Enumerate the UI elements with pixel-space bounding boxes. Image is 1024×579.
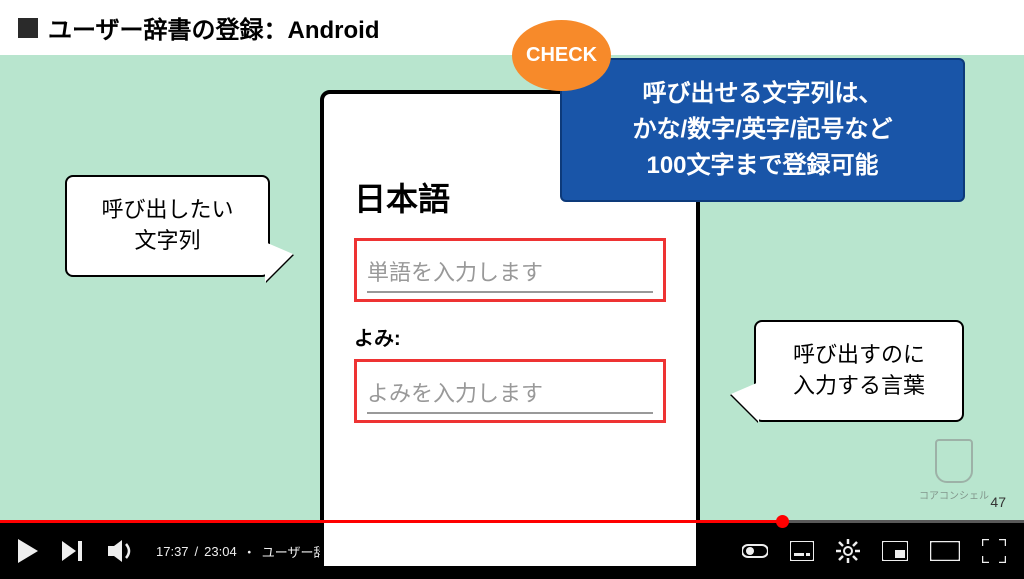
callout-left: 呼び出したい 文字列 [65,175,270,277]
word-input-placeholder: 単語を入力します [367,255,653,293]
play-icon[interactable] [18,539,40,563]
theater-mode-icon[interactable] [930,541,960,561]
reading-input-placeholder: よみを入力します [367,376,653,414]
info-line-1: 呼び出せる文字列は、 [574,76,951,112]
miniplayer-icon[interactable] [882,541,908,561]
slide-title: ユーザー辞書の登録：Android [48,10,380,45]
info-callout: 呼び出せる文字列は、 かな/数字/英字/記号など 100文字まで登録可能 [560,58,965,202]
reading-input-highlighted: よみを入力します [354,359,666,423]
brand-logo: コアコンシェル [919,439,989,502]
autoplay-toggle-icon[interactable] [742,541,768,561]
subtitles-icon[interactable] [790,541,814,561]
fullscreen-icon[interactable] [982,539,1006,563]
title-bullet-icon [18,18,38,38]
settings-icon[interactable] [836,539,860,563]
callout-right: 呼び出すのに 入力する言葉 [754,320,964,422]
chapter-prefix: ・ [243,542,256,561]
progress-bar[interactable] [0,520,1024,523]
progress-fill [0,520,783,523]
time-separator: / [195,544,199,559]
reading-label: よみ: [354,322,666,351]
controls-right [742,539,1006,563]
video-content: ユーザー辞書の登録：Android CHECK 呼び出せる文字列は、 かな/数字… [0,0,1024,520]
info-line-2: かな/数字/英字/記号など [574,112,951,148]
info-line-3: 100文字まで登録可能 [574,148,951,184]
callout-left-line-1: 呼び出したい [77,195,258,226]
check-badge: CHECK [512,20,611,91]
next-icon[interactable] [62,541,86,561]
callout-right-line-2: 入力する言葉 [766,371,952,402]
callout-right-line-1: 呼び出すのに [766,340,952,371]
volume-icon[interactable] [108,540,134,562]
slide-title-bar: ユーザー辞書の登録：Android [0,0,1024,55]
brand-text: コアコンシェル [919,487,989,502]
word-input-highlighted: 単語を入力します [354,238,666,302]
callout-left-line-2: 文字列 [77,226,258,257]
current-time: 17:37 [156,544,189,559]
duration: 23:04 [204,544,237,559]
page-number: 47 [990,494,1006,510]
shield-icon [935,439,973,483]
